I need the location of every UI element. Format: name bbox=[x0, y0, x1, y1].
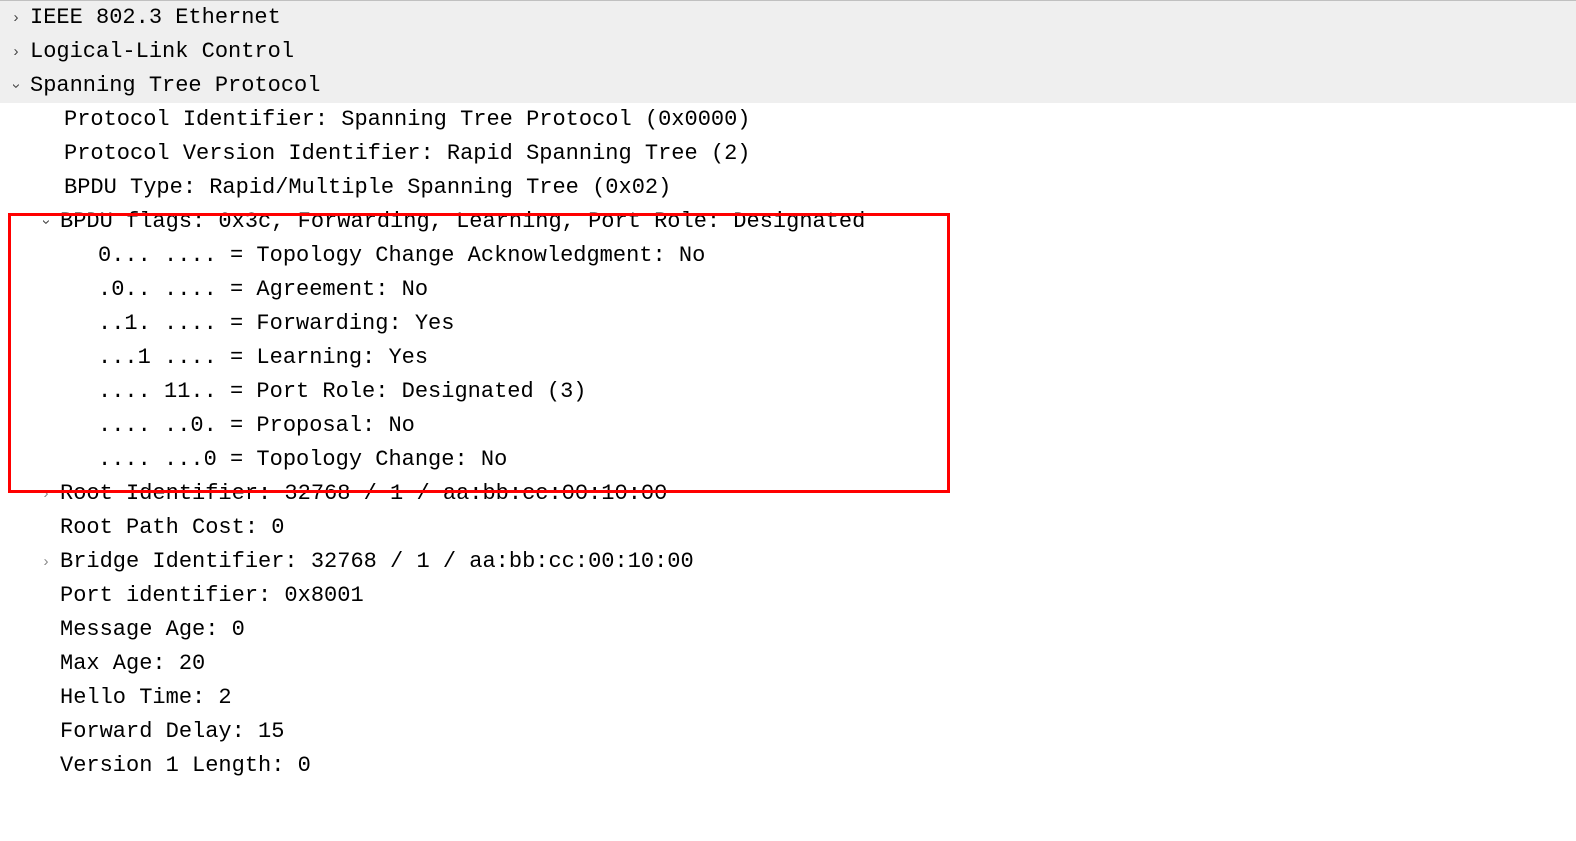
field-label: Logical-Link Control bbox=[30, 35, 294, 69]
tree-item-flag-tca[interactable]: . 0... .... = Topology Change Acknowledg… bbox=[0, 239, 1576, 273]
field-label: .... ...0 = Topology Change: No bbox=[30, 443, 507, 477]
tree-item-flag-tc[interactable]: . .... ...0 = Topology Change: No bbox=[0, 443, 1576, 477]
field-label: Port identifier: 0x8001 bbox=[60, 579, 364, 613]
field-label: Version 1 Length: 0 bbox=[60, 749, 311, 783]
tree-item-version1-len[interactable]: . Version 1 Length: 0 bbox=[0, 749, 1576, 783]
chevron-right-icon[interactable]: › bbox=[32, 545, 60, 579]
field-label: Bridge Identifier: 32768 / 1 / aa:bb:cc:… bbox=[60, 545, 694, 579]
field-label: Protocol Identifier: Spanning Tree Proto… bbox=[30, 103, 751, 137]
tree-item-flag-learning[interactable]: . ...1 .... = Learning: Yes bbox=[0, 341, 1576, 375]
tree-item-flag-forwarding[interactable]: . ..1. .... = Forwarding: Yes bbox=[0, 307, 1576, 341]
tree-item-bpdu-flags[interactable]: › BPDU flags: 0x3c, Forwarding, Learning… bbox=[0, 205, 1576, 239]
packet-details-panel: › IEEE 802.3 Ethernet › Logical-Link Con… bbox=[0, 0, 1576, 841]
tree-item-root-cost[interactable]: . Root Path Cost: 0 bbox=[0, 511, 1576, 545]
tree-item-llc[interactable]: › Logical-Link Control bbox=[0, 35, 1576, 69]
field-label: BPDU flags: 0x3c, Forwarding, Learning, … bbox=[60, 205, 865, 239]
chevron-right-icon[interactable]: › bbox=[2, 35, 30, 69]
field-label: Protocol Version Identifier: Rapid Spann… bbox=[30, 137, 751, 171]
field-label: Forward Delay: 15 bbox=[60, 715, 284, 749]
tree-item-stp[interactable]: › Spanning Tree Protocol bbox=[0, 69, 1576, 103]
field-label: ..1. .... = Forwarding: Yes bbox=[30, 307, 454, 341]
field-label: Spanning Tree Protocol bbox=[30, 69, 320, 103]
chevron-down-icon[interactable]: › bbox=[29, 208, 63, 236]
field-label: ...1 .... = Learning: Yes bbox=[30, 341, 428, 375]
field-label: Root Path Cost: 0 bbox=[60, 511, 284, 545]
tree-item-hello-time[interactable]: . Hello Time: 2 bbox=[0, 681, 1576, 715]
chevron-right-icon[interactable]: › bbox=[32, 477, 60, 511]
tree-item-bridge-id[interactable]: › Bridge Identifier: 32768 / 1 / aa:bb:c… bbox=[0, 545, 1576, 579]
field-label: Message Age: 0 bbox=[60, 613, 245, 647]
tree-item-port-id[interactable]: . Port identifier: 0x8001 bbox=[0, 579, 1576, 613]
tree-item-flag-agreement[interactable]: . .0.. .... = Agreement: No bbox=[0, 273, 1576, 307]
tree-item-ethernet[interactable]: › IEEE 802.3 Ethernet bbox=[0, 1, 1576, 35]
field-label: IEEE 802.3 Ethernet bbox=[30, 1, 281, 35]
field-label: 0... .... = Topology Change Acknowledgme… bbox=[30, 239, 705, 273]
chevron-right-icon[interactable]: › bbox=[2, 1, 30, 35]
field-label: Root Identifier: 32768 / 1 / aa:bb:cc:00… bbox=[60, 477, 667, 511]
tree-item-max-age[interactable]: . Max Age: 20 bbox=[0, 647, 1576, 681]
tree-item-proto-id[interactable]: . Protocol Identifier: Spanning Tree Pro… bbox=[0, 103, 1576, 137]
tree-item-proto-version[interactable]: . Protocol Version Identifier: Rapid Spa… bbox=[0, 137, 1576, 171]
field-label: Max Age: 20 bbox=[60, 647, 205, 681]
chevron-down-icon[interactable]: › bbox=[0, 72, 33, 100]
tree-item-flag-port-role[interactable]: . .... 11.. = Port Role: Designated (3) bbox=[0, 375, 1576, 409]
field-label: .... ..0. = Proposal: No bbox=[30, 409, 415, 443]
tree-item-bpdu-type[interactable]: . BPDU Type: Rapid/Multiple Spanning Tre… bbox=[0, 171, 1576, 205]
tree-item-message-age[interactable]: . Message Age: 0 bbox=[0, 613, 1576, 647]
tree-item-forward-delay[interactable]: . Forward Delay: 15 bbox=[0, 715, 1576, 749]
field-label: .... 11.. = Port Role: Designated (3) bbox=[30, 375, 586, 409]
tree-item-flag-proposal[interactable]: . .... ..0. = Proposal: No bbox=[0, 409, 1576, 443]
field-label: BPDU Type: Rapid/Multiple Spanning Tree … bbox=[30, 171, 671, 205]
tree-item-root-id[interactable]: › Root Identifier: 32768 / 1 / aa:bb:cc:… bbox=[0, 477, 1576, 511]
field-label: Hello Time: 2 bbox=[60, 681, 232, 715]
field-label: .0.. .... = Agreement: No bbox=[30, 273, 428, 307]
